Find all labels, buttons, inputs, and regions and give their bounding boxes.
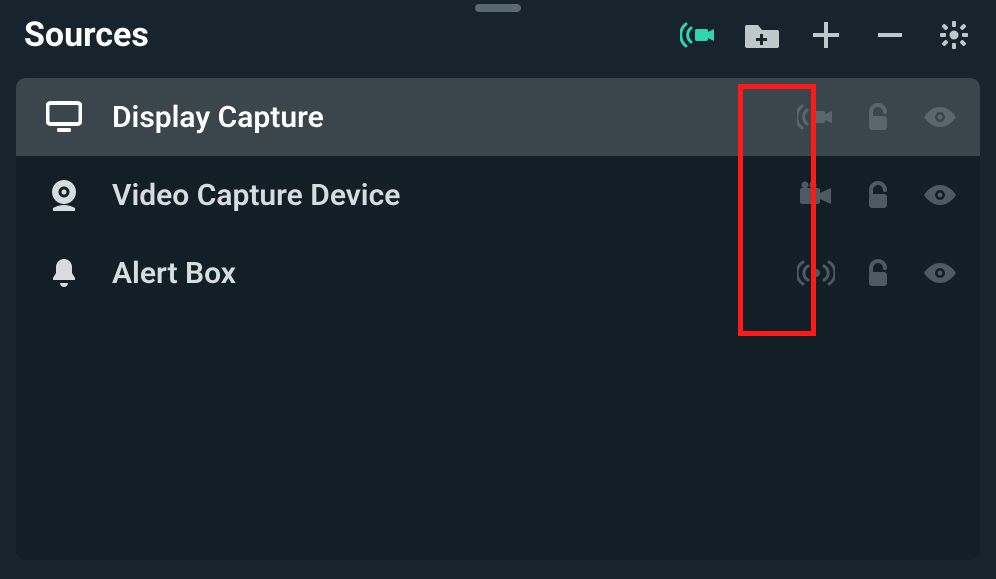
source-row[interactable]: Alert Box	[16, 234, 980, 312]
source-label: Display Capture	[112, 100, 794, 135]
lock-icon[interactable]	[856, 251, 900, 295]
stream-icon[interactable]	[794, 95, 838, 139]
source-row[interactable]: Video Capture Device	[16, 156, 980, 234]
visibility-icon[interactable]	[918, 173, 962, 217]
stream-icon[interactable]	[794, 173, 838, 217]
visibility-icon[interactable]	[918, 95, 962, 139]
remove-source-icon[interactable]	[872, 17, 908, 53]
source-label: Video Capture Device	[112, 178, 794, 213]
stream-icon[interactable]	[794, 251, 838, 295]
drag-handle[interactable]	[475, 4, 521, 12]
sources-panel: Sources	[0, 0, 996, 579]
add-folder-icon[interactable]	[744, 17, 780, 53]
settings-icon[interactable]	[936, 17, 972, 53]
webcam-icon	[44, 175, 84, 215]
header-toolbar	[680, 17, 972, 53]
add-source-icon[interactable]	[808, 17, 844, 53]
source-label: Alert Box	[112, 256, 794, 291]
monitor-icon	[44, 97, 84, 137]
panel-title: Sources	[24, 15, 149, 55]
go-live-icon[interactable]	[680, 17, 716, 53]
sources-list: Display Capture	[16, 78, 980, 560]
visibility-icon[interactable]	[918, 251, 962, 295]
lock-icon[interactable]	[856, 173, 900, 217]
lock-icon[interactable]	[856, 95, 900, 139]
bell-icon	[44, 253, 84, 293]
source-row[interactable]: Display Capture	[16, 78, 980, 156]
